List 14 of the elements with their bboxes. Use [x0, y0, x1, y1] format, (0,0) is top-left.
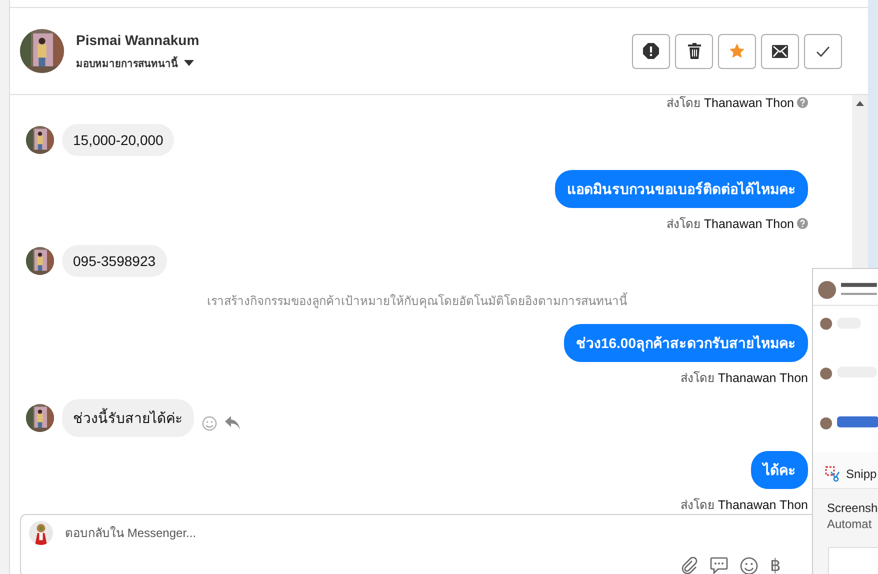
sent-by-label: ส่งโดย Thanawan Thon [680, 497, 808, 514]
notification-title: Screensh [826, 500, 878, 516]
message-bubble: ได้คะ [751, 451, 808, 489]
message-bubble: ช่วง16.00ลุกค้าสะดวกรับสายไหมคะ [564, 324, 808, 362]
sent-by-label: ส่งโดย Thanawan Thon [666, 95, 794, 112]
message-bubble: แอดมินรบกวนขอเบอร์ติดต่อได้ไหมคะ [555, 170, 808, 208]
sent-by-label: ส่งโดย Thanawan Thon [680, 370, 808, 387]
message-bubble: ช่วงนี้รับสายได้ค่ะ [62, 399, 194, 437]
message-bubble: 15,000-20,000 [62, 124, 174, 156]
message-bubble: 095-3598923 [62, 245, 167, 277]
sent-by-label: ส่งโดย Thanawan Thon [666, 216, 794, 233]
contact-name: Pismai Wannakum [76, 32, 200, 48]
system-notice: เราสร้างกิจกรรมของลูกค้าเป้าหมายให้กับคุณโดยอัตโนมัติโดยอิงตามการสนทนานี้ [207, 291, 627, 310]
app-name: Snipp [846, 467, 877, 482]
